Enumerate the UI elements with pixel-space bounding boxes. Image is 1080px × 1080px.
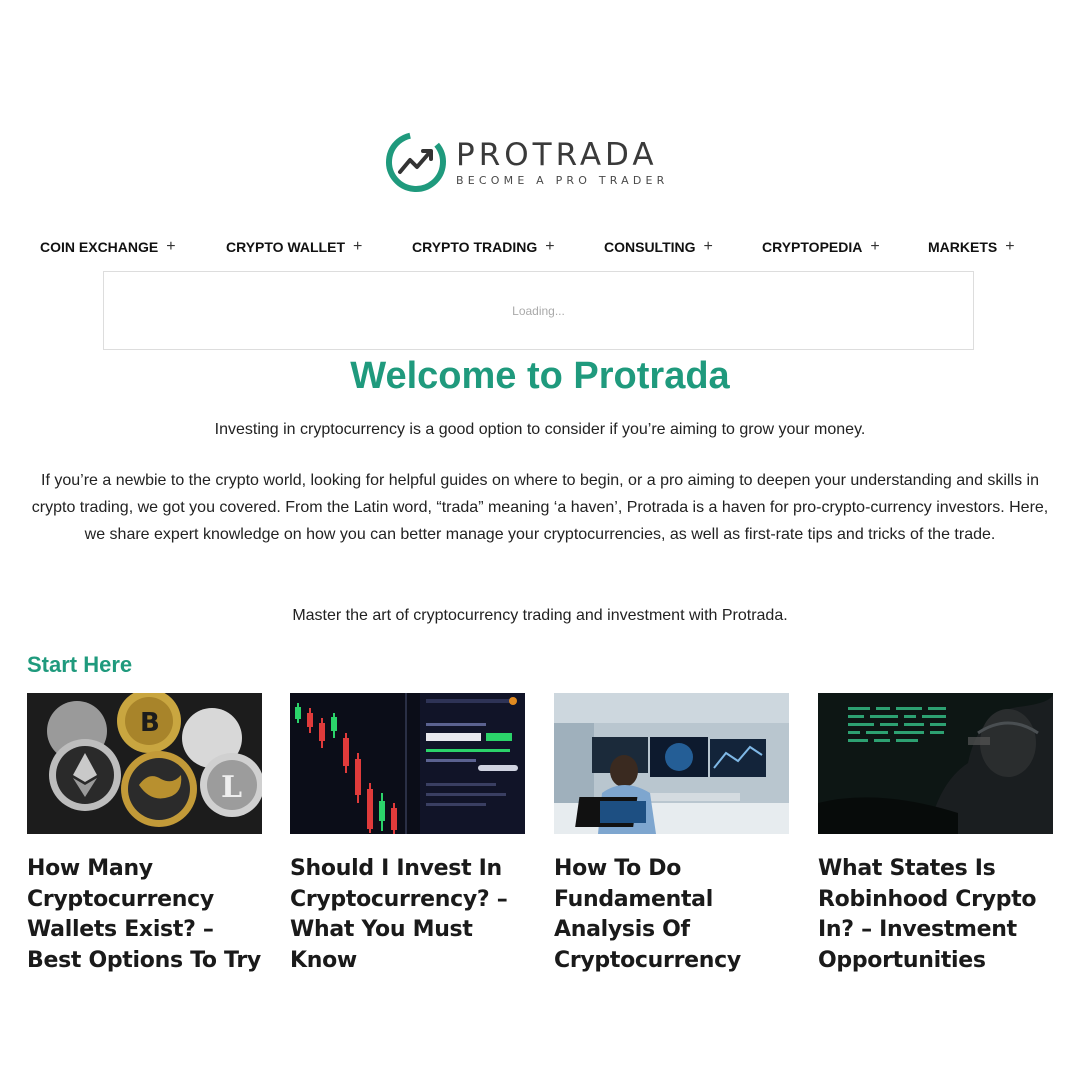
- logo-wordmark: PROTRADA: [456, 136, 658, 173]
- trading-chart-image[interactable]: [290, 693, 525, 834]
- article-title[interactable]: Should I Invest In Cryptocurrency? – Wha…: [290, 854, 525, 976]
- body-text: If you’re a newbie to the crypto world, …: [31, 472, 1049, 543]
- plus-icon[interactable]: +: [166, 238, 175, 256]
- article-card: How To Do Fundamental Analysis Of Crypto…: [554, 693, 789, 976]
- logo-tagline: BECOME A PRO TRADER: [456, 173, 669, 187]
- page-title: Welcome to Protrada: [350, 355, 730, 397]
- logo-icon: [386, 132, 446, 192]
- section-title-start-here: Start Here: [27, 652, 133, 677]
- nav-item-crypto-trading[interactable]: CRYPTO TRADING +: [412, 238, 555, 256]
- nav-item-crypto-wallet[interactable]: CRYPTO WALLET +: [226, 238, 362, 256]
- article-card: B L How Many Cryptocurrency Wallets Exis…: [27, 693, 262, 976]
- article-title[interactable]: How To Do Fundamental Analysis Of Crypto…: [554, 854, 789, 976]
- plus-icon[interactable]: +: [1005, 238, 1014, 256]
- nav-item-cryptopedia[interactable]: CRYPTOPEDIA +: [762, 238, 880, 256]
- plus-icon[interactable]: +: [870, 238, 879, 256]
- article-title[interactable]: What States Is Robinhood Crypto In? – In…: [818, 854, 1053, 976]
- article-card: What States Is Robinhood Crypto In? – In…: [818, 693, 1053, 976]
- nav-item-label: CRYPTO TRADING: [412, 239, 538, 255]
- crypto-coins-image[interactable]: B L: [27, 693, 262, 834]
- nav-item-label: COIN EXCHANGE: [40, 239, 159, 255]
- loading-text: Loading...: [512, 303, 565, 318]
- hacker-screen-image[interactable]: [818, 693, 1053, 834]
- nav-item-markets[interactable]: MARKETS +: [928, 238, 1015, 256]
- nav-item-label: CRYPTOPEDIA: [762, 239, 863, 255]
- site-logo[interactable]: PROTRADA BECOME A PRO TRADER: [384, 130, 669, 194]
- plus-icon[interactable]: +: [353, 238, 362, 256]
- nav-item-consulting[interactable]: CONSULTING +: [604, 238, 713, 256]
- closing-text: Master the art of cryptocurrency trading…: [292, 607, 788, 624]
- nav-item-coin-exchange[interactable]: COIN EXCHANGE +: [40, 238, 176, 256]
- price-ticker-widget: Loading...: [103, 271, 974, 350]
- article-card: Should I Invest In Cryptocurrency? – Wha…: [290, 693, 525, 976]
- intro-text: Investing in cryptocurrency is a good op…: [214, 421, 866, 438]
- plus-icon[interactable]: +: [704, 238, 713, 256]
- svg-text:B: B: [140, 708, 160, 738]
- article-title[interactable]: How Many Cryptocurrency Wallets Exist? –…: [27, 854, 262, 976]
- analyst-workstation-image[interactable]: [554, 693, 789, 834]
- main-nav: COIN EXCHANGE + CRYPTO WALLET + CRYPTO T…: [0, 238, 1080, 260]
- nav-item-label: MARKETS: [928, 239, 998, 255]
- plus-icon[interactable]: +: [545, 238, 554, 256]
- nav-item-label: CRYPTO WALLET: [226, 239, 345, 255]
- nav-item-label: CONSULTING: [604, 239, 696, 255]
- svg-text:L: L: [221, 770, 242, 805]
